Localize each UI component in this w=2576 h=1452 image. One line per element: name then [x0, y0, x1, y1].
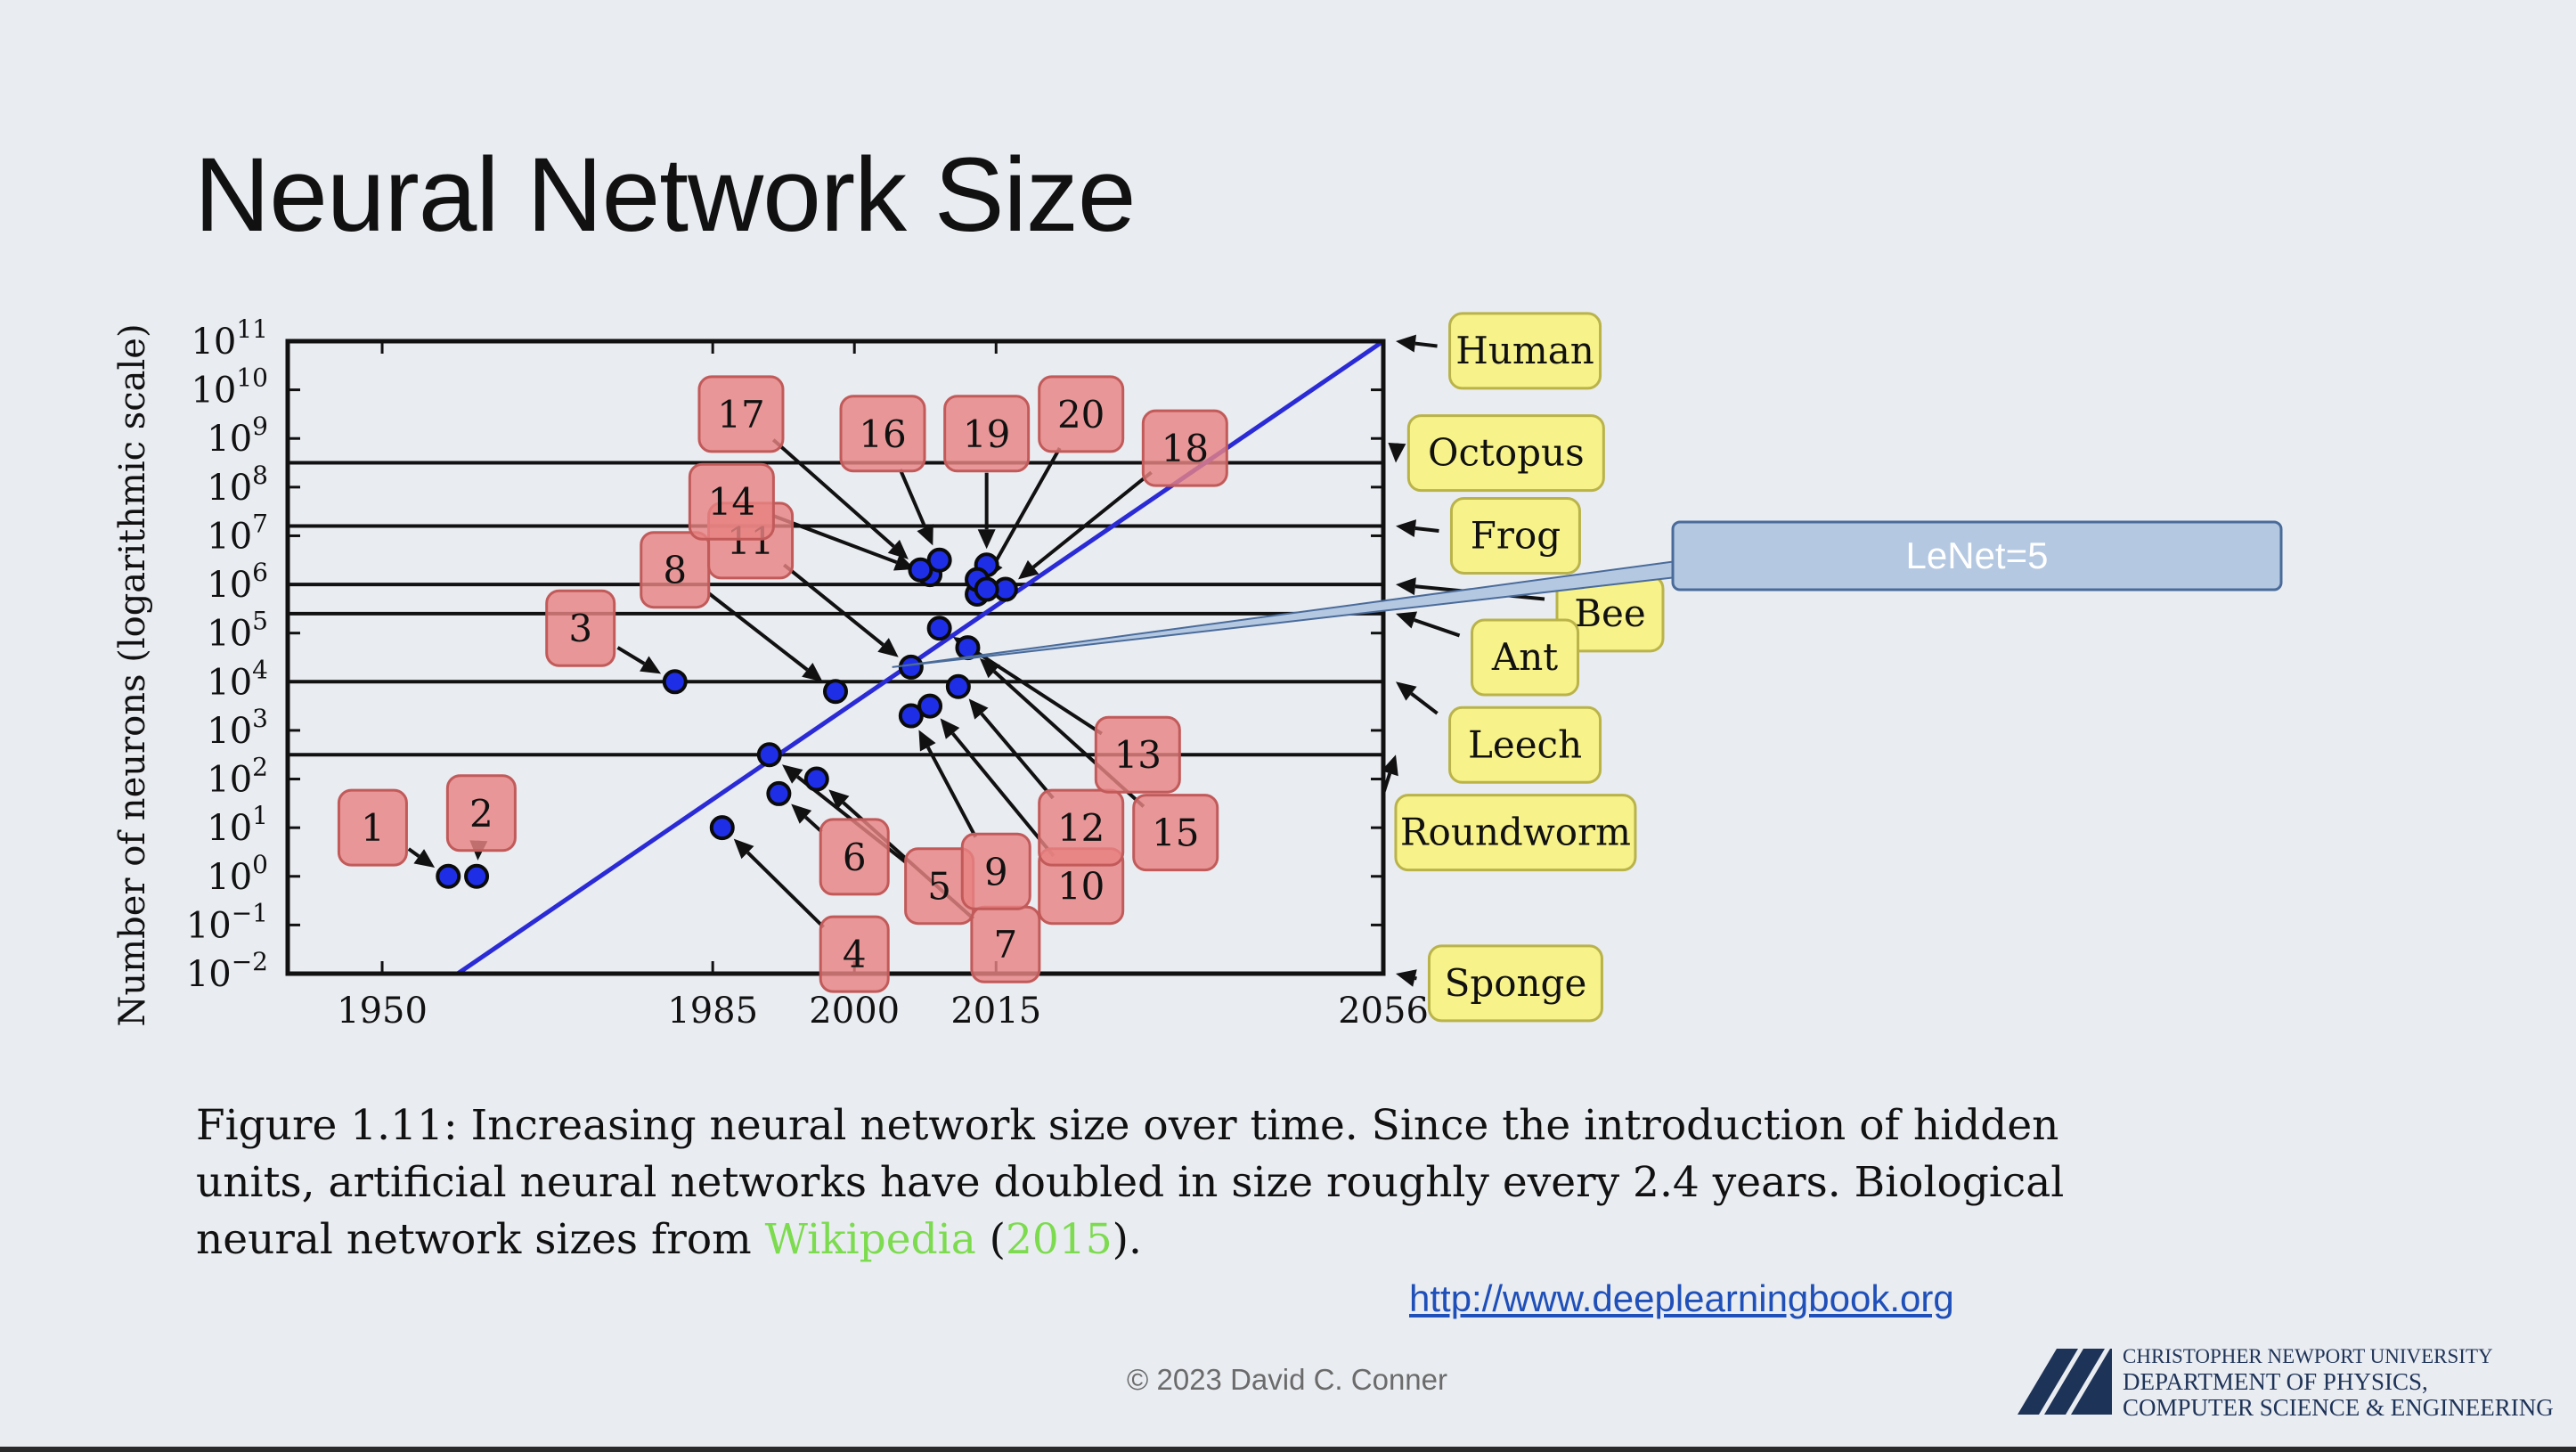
caption-wikipedia-link[interactable]: Wikipedia — [765, 1215, 976, 1264]
animal-label: Leech — [1468, 722, 1582, 766]
logo-line-2: DEPARTMENT OF PHYSICS, — [2123, 1368, 2428, 1395]
network-label: 20 — [1057, 393, 1105, 436]
network-point — [766, 780, 792, 806]
network-point — [945, 673, 971, 699]
network-label: 5 — [927, 865, 951, 909]
network-point — [926, 616, 952, 641]
network-arrow — [977, 472, 996, 550]
x-tick-label: 1985 — [667, 991, 758, 1032]
y-tick-label: 103 — [207, 704, 268, 752]
network-label: 18 — [1162, 427, 1209, 470]
network-point — [898, 654, 924, 680]
network-arrow — [407, 847, 436, 869]
network-point — [974, 576, 999, 602]
network-point — [756, 742, 782, 768]
network-label: 13 — [1114, 733, 1162, 777]
animal-label: Bee — [1574, 591, 1646, 635]
y-tick-label: 107 — [207, 509, 268, 557]
network-point — [662, 669, 688, 695]
y-tick-label: 104 — [207, 655, 268, 703]
callout-text: LeNet=5 — [1906, 534, 2049, 576]
network-arrow — [898, 469, 933, 546]
slide: Neural Network Size 10−2 10−1 100 101 102 103… — [0, 0, 2576, 1452]
animal-label: Frog — [1471, 513, 1561, 557]
network-arrow — [791, 803, 823, 834]
y-tick-label: 106 — [207, 558, 268, 606]
y-tick-label: 10−1 — [186, 898, 268, 946]
animal-label: Sponge — [1445, 961, 1587, 1005]
network-label: 10 — [1057, 865, 1105, 909]
y-axis-label: Number of neurons (logarithmic scale) — [112, 323, 153, 1026]
source-link[interactable]: http://www.deeplearningbook.org — [1409, 1277, 1954, 1320]
caption-end: ). — [1112, 1215, 1142, 1264]
network-arrow — [707, 591, 823, 682]
caption-paren: ( — [975, 1215, 1007, 1264]
network-point — [709, 815, 735, 841]
y-tick-label: 10−2 — [186, 947, 268, 995]
network-label: 14 — [708, 480, 755, 524]
network-label: 19 — [963, 412, 1010, 456]
network-point — [803, 766, 829, 792]
network-point — [436, 863, 461, 889]
x-tick-label: 2000 — [809, 991, 900, 1032]
logo-line-1: CHRISTOPHER NEWPORT UNIVERSITY — [2123, 1345, 2493, 1367]
animal-label: Octopus — [1428, 431, 1585, 475]
copyright: © 2023 David C. Conner — [1127, 1363, 1448, 1396]
network-point — [917, 693, 943, 719]
y-tick-label: 105 — [207, 607, 268, 655]
figure-caption: Figure 1.11: Increasing neural network s… — [196, 1097, 2111, 1268]
x-tick-label: 2056 — [1338, 991, 1429, 1032]
network-point — [823, 679, 848, 705]
y-tick-label: 108 — [207, 461, 268, 509]
animal-arrow — [1396, 611, 1461, 638]
network-label: 1 — [361, 806, 385, 850]
x-tick-label: 2015 — [950, 991, 1041, 1032]
network-label: 3 — [568, 607, 592, 650]
caption-year-link[interactable]: 2015 — [1006, 1215, 1113, 1264]
network-label: 2 — [469, 792, 493, 836]
network-arrow — [783, 563, 899, 657]
animal-arrow — [1396, 334, 1438, 353]
y-tick-label: 109 — [207, 412, 268, 460]
network-label: 16 — [859, 412, 906, 456]
network-label: 15 — [1152, 812, 1199, 855]
animal-arrow — [1396, 681, 1439, 715]
network-label: 9 — [984, 850, 1008, 893]
animal-label: Human — [1455, 329, 1594, 372]
y-tick-label: 102 — [207, 753, 268, 801]
network-label: 17 — [717, 393, 764, 436]
network-point — [908, 557, 933, 583]
y-tick-label: 1010 — [191, 363, 268, 412]
animal-arrow — [1388, 442, 1406, 463]
network-label: 6 — [843, 836, 867, 879]
bottom-divider — [0, 1447, 2576, 1452]
network-point — [464, 863, 490, 889]
y-tick-label: 1011 — [191, 314, 268, 363]
network-label: 4 — [843, 933, 867, 976]
animal-label: Ant — [1491, 635, 1558, 679]
network-arrow — [616, 646, 662, 674]
logo-text: CHRISTOPHER NEWPORT UNIVERSITY DEPARTMEN… — [2123, 1343, 2554, 1421]
animal-arrow — [1396, 519, 1439, 537]
x-tick-label: 1950 — [337, 991, 428, 1032]
network-label: 7 — [993, 923, 1017, 967]
animal-label: Roundworm — [1400, 811, 1631, 854]
network-arrow — [733, 838, 825, 929]
logo-line-3: COMPUTER SCIENCE & ENGINEERING — [2123, 1394, 2554, 1421]
network-label: 8 — [663, 549, 687, 592]
y-tick-label: 101 — [207, 801, 268, 849]
y-tick-label: 100 — [207, 850, 268, 898]
animal-arrow — [1396, 969, 1417, 987]
network-arrow — [918, 730, 978, 838]
network-label: 12 — [1057, 806, 1105, 850]
